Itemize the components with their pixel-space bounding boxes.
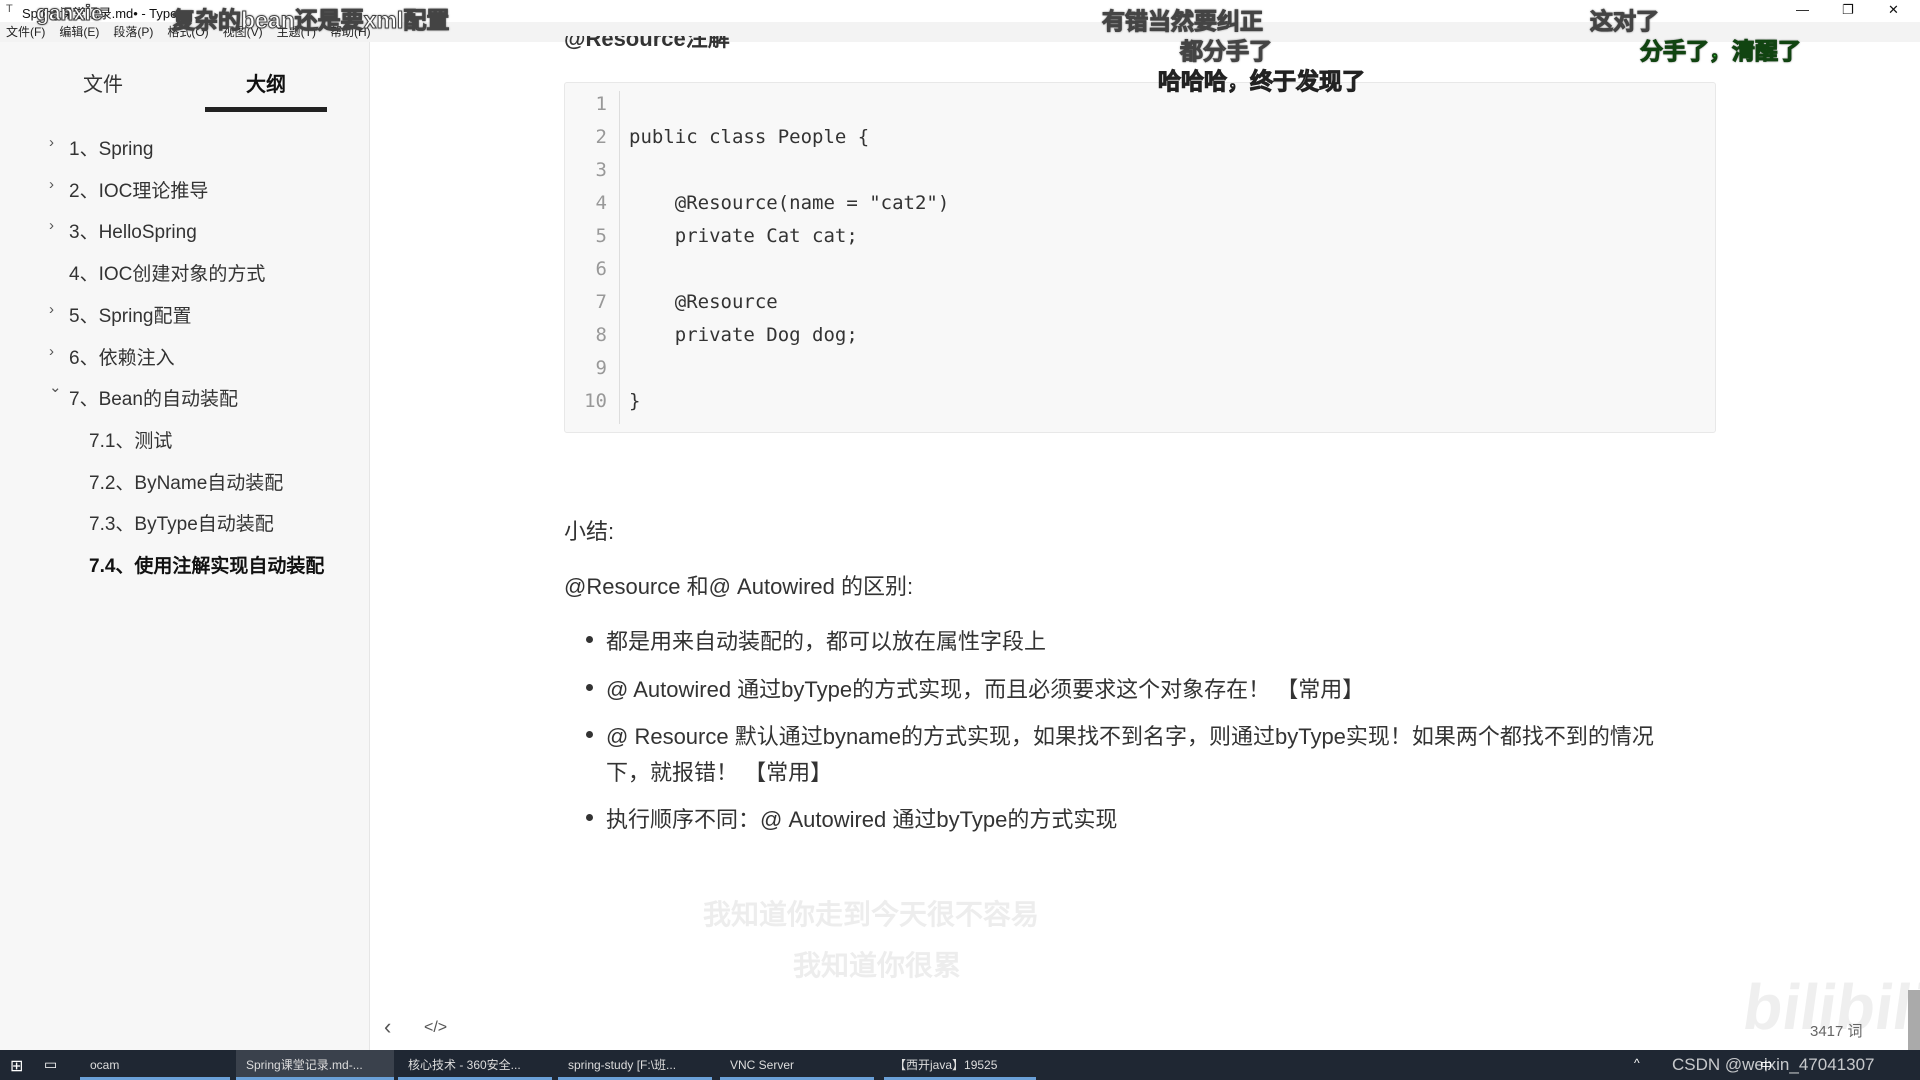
tray-expand-icon[interactable]: ^ — [1634, 1056, 1640, 1070]
lyric-line: 我知道你很累 — [793, 950, 962, 981]
outline-item[interactable]: › 1、Spring — [49, 134, 154, 161]
outline-item[interactable]: › 2、IOC理论推导 — [49, 176, 209, 203]
outline-item-label: 7.4、使用注解实现自动装配 — [89, 556, 325, 577]
outline-item-label: 7、Bean的自动装配 — [69, 389, 238, 411]
outline-item-label: 4、IOC创建对象的方式 — [69, 264, 266, 286]
code-line: @Resource(name = "cat2") — [629, 192, 950, 214]
taskbar-item-typora[interactable]: Spring课堂记录.md-... — [236, 1050, 394, 1080]
line-number: 5 — [595, 225, 607, 247]
outline-item[interactable]: 7.1、测试 — [89, 426, 172, 453]
danmaku: ganxie — [36, 2, 104, 26]
taskbar-item-ocam[interactable]: ocam — [80, 1050, 230, 1080]
outline-item-label: 7.3、ByType自动装配 — [89, 514, 274, 536]
tab-outline[interactable]: 大纲 — [205, 68, 327, 112]
danmaku: 有错当然要纠正 — [1102, 8, 1264, 35]
line-number: 7 — [595, 291, 607, 313]
start-icon[interactable]: ⊞ — [10, 1056, 23, 1076]
line-number: 8 — [595, 324, 607, 346]
tab-files[interactable]: 文件 — [42, 68, 164, 97]
outline-item-label: 7.1、测试 — [89, 430, 173, 452]
app-icon: T — [6, 3, 13, 15]
outline-item[interactable]: 7.2、ByName自动装配 — [89, 468, 283, 495]
source-code-icon[interactable]: </> — [424, 1019, 447, 1037]
menu-paragraph[interactable]: 段落(P) — [113, 25, 153, 39]
code-block[interactable]: 1 2 public class People { 3 4 @Resource(name… — [564, 82, 1716, 433]
danmaku: 分手了，清醒了 — [1640, 38, 1802, 65]
line-number: 1 — [595, 93, 607, 115]
outline-item[interactable]: 4、IOC创建对象的方式 — [69, 259, 265, 286]
outline-item-label: 7.2、ByName自动装配 — [89, 472, 284, 494]
danmaku: 复杂的bean还是要xml配置 — [171, 7, 450, 34]
bullet-continuation: 下，就报错！ 【常用】 — [606, 760, 833, 785]
outline-item-label: 6、依赖注入 — [69, 347, 175, 369]
taskbar: ⊞ ▭ ocam Spring课堂记录.md-... 核心技术 - 360安全.… — [0, 1050, 1920, 1080]
chevron-right-icon[interactable]: › — [49, 176, 54, 193]
line-number: 10 — [584, 390, 607, 412]
summary-label: 小结: — [564, 519, 615, 544]
danmaku: 都分手了 — [1180, 38, 1273, 65]
chevron-right-icon[interactable]: › — [49, 134, 54, 151]
bullet-item: @ Autowired 通过byType的方式实现，而且必须要求这个对象存在！ … — [585, 672, 1364, 704]
outline-item-label: 1、Spring — [69, 139, 154, 160]
chevron-right-icon[interactable]: › — [49, 343, 54, 360]
chevron-right-icon[interactable]: › — [49, 217, 54, 234]
outline-item[interactable]: › 6、依赖注入 — [49, 343, 175, 370]
outline-item-label: 2、IOC理论推导 — [69, 180, 209, 202]
diff-title: @Resource 和@ Autowired 的区别: — [564, 574, 914, 599]
line-number: 9 — [595, 357, 607, 379]
chevron-down-icon[interactable]: ⌄ — [49, 378, 62, 396]
danmaku: 哈哈哈，终于发现了 — [1158, 68, 1366, 95]
bullet-item: 都是用来自动装配的，都可以放在属性字段上 — [585, 624, 1046, 656]
danmaku: 这对了 — [1590, 8, 1660, 35]
bullet-item: 执行顺序不同：@ Autowired 通过byType的方式实现 — [585, 802, 1117, 834]
lyric-line: 我知道你走到今天很不容易 — [703, 899, 1040, 930]
csdn-watermark: CSDN @weixin_47041307 — [1672, 1055, 1875, 1074]
sidebar: 文件 大纲 › 1、Spring › 2、IOC理论推导 › 3、HelloSpring 4… — [0, 42, 370, 1050]
line-number: 3 — [595, 159, 607, 181]
taskbar-item-live[interactable]: 【西开java】19525 — [884, 1050, 1036, 1080]
minimize-button[interactable]: — — [1796, 2, 1809, 17]
word-count[interactable]: 3417 词 — [1810, 1020, 1863, 1041]
code-line: } — [629, 390, 641, 412]
outline-item[interactable]: 7.4、使用注解实现自动装配 — [89, 551, 324, 578]
code-line: @Resource — [629, 291, 778, 313]
taskbar-item-vnc[interactable]: VNC Server — [720, 1050, 874, 1080]
maximize-button[interactable]: ❐ — [1842, 2, 1854, 18]
outline-item[interactable]: › 5、Spring配置 — [49, 301, 192, 328]
taskbar-item-idea[interactable]: spring-study [F:\班... — [558, 1050, 712, 1080]
close-button[interactable]: ✕ — [1888, 2, 1899, 18]
line-number: 2 — [595, 126, 607, 148]
outline-item[interactable]: 7.3、ByType自动装配 — [89, 509, 274, 536]
outline-item-label: 5、Spring配置 — [69, 305, 192, 327]
bullet-item: @ Resource 默认通过byname的方式实现，如果找不到名字，则通过by… — [586, 719, 1654, 751]
back-icon[interactable]: ‹ — [384, 1014, 391, 1040]
line-number: 6 — [595, 258, 607, 280]
outline-item[interactable]: › 3、HelloSpring — [49, 217, 197, 244]
menu-edit[interactable]: 编辑(E) — [59, 25, 99, 39]
task-view-icon[interactable]: ▭ — [44, 1056, 57, 1073]
scrollbar[interactable] — [1908, 990, 1920, 1050]
chevron-right-icon[interactable]: › — [49, 301, 54, 318]
menu-file[interactable]: 文件(F) — [6, 25, 45, 39]
code-line: private Cat cat; — [629, 225, 858, 247]
outline-item-label: 3、HelloSpring — [69, 222, 197, 244]
outline-item[interactable]: ⌄ 7、Bean的自动装配 — [49, 379, 238, 411]
taskbar-item-360[interactable]: 核心技术 - 360安全... — [398, 1050, 552, 1080]
line-number: 4 — [595, 192, 607, 214]
code-line: private Dog dog; — [629, 324, 858, 346]
code-line: public class People { — [629, 126, 870, 148]
